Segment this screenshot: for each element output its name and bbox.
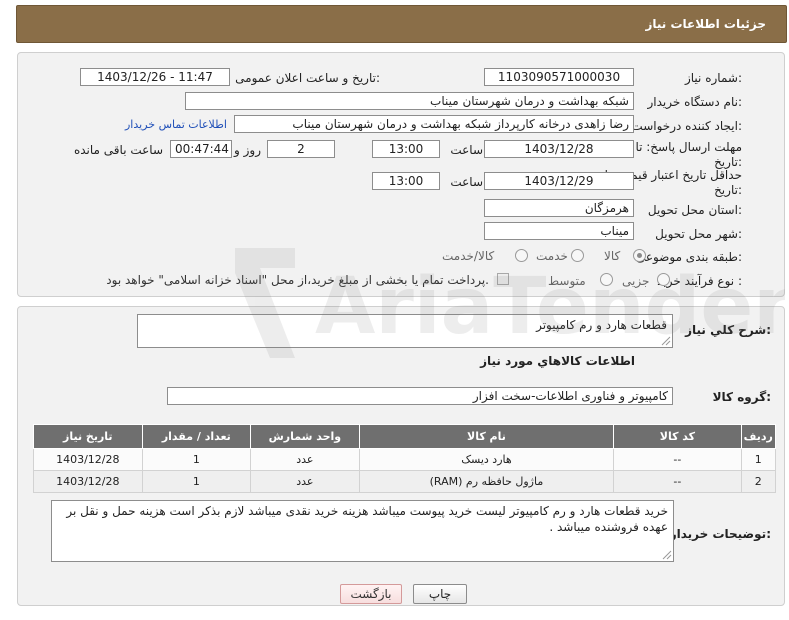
announce-date-field: 1403/12/26 - 11:47 [80, 68, 230, 86]
cell-quantity: 1 [141, 448, 252, 471]
purchase-process-label: نوع فرآیند خرید : [657, 274, 742, 288]
request-creator-field: رضا زاهدی درخانه کارپرداز شبکه بهداشت و … [234, 115, 634, 133]
city-label: شهر محل تحویل: [655, 227, 742, 241]
resize-grip-icon [662, 550, 672, 560]
category-service-radio[interactable] [571, 249, 584, 262]
col-row-number: ردیف [740, 424, 777, 449]
col-need-date: تاریخ نیاز [33, 424, 143, 449]
reply-date-field: 1403/12/28 [484, 140, 634, 158]
table-row: 2 -- ماژول حافظه رم (RAM) عدد 1 1403/12/… [33, 470, 777, 493]
cell-need-date: 1403/12/28 [33, 470, 143, 493]
reply-time-field: 13:00 [372, 140, 440, 158]
page-header: جزئیات اطلاعات نیاز [16, 5, 787, 43]
cell-goods-code: -- [613, 448, 742, 471]
print-button[interactable]: چاپ [413, 584, 467, 604]
cell-goods-name: ماژول حافظه رم (RAM) [358, 470, 615, 493]
col-unit: واحد شمارش [250, 424, 360, 449]
cell-need-date: 1403/12/28 [33, 448, 143, 471]
reply-time-label: ساعت [450, 143, 483, 157]
cell-goods-code: -- [613, 470, 742, 493]
process-medium-radio[interactable] [600, 273, 613, 286]
price-validity-date-label: تاریخ: [714, 183, 742, 197]
days-field: 2 [267, 140, 335, 158]
process-minor-radio[interactable] [657, 273, 670, 286]
back-button[interactable]: بازگشت [340, 584, 402, 604]
col-goods-code: کد کالا [613, 424, 742, 449]
need-number-field: 1103090571000030 [484, 68, 634, 86]
remaining-time-label: ساعت باقی مانده [73, 143, 163, 157]
goods-table: ردیف کد کالا نام کالا واحد شمارش تعداد /… [33, 424, 777, 493]
category-goods-service-radio[interactable] [515, 249, 528, 262]
category-goods-label: کالا [604, 249, 621, 263]
process-minor-label: جزیی [622, 274, 650, 288]
announce-date-label: تاریخ و ساعت اعلان عمومی: [235, 71, 380, 85]
cell-goods-name: هارد دیسک [358, 448, 615, 471]
cell-quantity: 1 [141, 470, 252, 493]
buyer-contact-link[interactable]: اطلاعات تماس خریدار [125, 118, 227, 131]
remaining-time-field: 00:47:44 [170, 140, 232, 158]
category-service-label: خدمت [536, 249, 568, 263]
treasury-payment-checkbox[interactable] [497, 273, 509, 285]
category-goods-radio[interactable] [633, 249, 646, 262]
goods-group-label: گروه كالا: [712, 390, 771, 404]
buyer-org-field: شبکه بهداشت و درمان شهرستان میناب [185, 92, 634, 110]
goods-group-field: کامپیوتر و فناوری اطلاعات-سخت افزار [167, 387, 673, 405]
request-creator-label: ایجاد کننده درخواست: [631, 119, 742, 133]
buyer-notes-label: توضیحات خریدار: [669, 527, 771, 541]
need-number-label: شماره نیاز: [684, 71, 742, 85]
buyer-notes-text: خرید قطعات هارد و رم کامپیوتر لیست خرید … [66, 504, 668, 534]
cell-unit: عدد [250, 470, 360, 493]
category-goods-service-label: کالا/خدمت [442, 249, 495, 263]
city-field: میناب [484, 222, 634, 240]
price-date-field: 1403/12/29 [484, 172, 634, 190]
cell-unit: عدد [250, 448, 360, 471]
table-row: 1 -- هارد دیسک عدد 1 1403/12/28 [33, 448, 777, 471]
buyer-org-label: نام دستگاه خریدار: [647, 95, 743, 109]
province-field: هرمزگان [484, 199, 634, 217]
goods-info-title: اطلاعات كالاهاي مورد نياز [480, 354, 635, 368]
days-label: روز و [234, 143, 261, 157]
province-label: استان محل تحویل: [647, 203, 742, 217]
buyer-notes-field: خرید قطعات هارد و رم کامپیوتر لیست خرید … [51, 500, 674, 562]
need-summary-label: شرح كلي نياز: [685, 323, 771, 337]
need-summary-text: قطعات هارد و رم کامپیوتر [536, 318, 667, 332]
col-quantity: تعداد / مقدار [141, 424, 252, 449]
cell-row-number: 1 [740, 448, 777, 471]
col-goods-name: نام کالا [358, 424, 615, 449]
treasury-payment-note: پرداخت تمام یا بخشی از مبلغ خرید،از محل … [106, 273, 489, 287]
need-summary-field: قطعات هارد و رم کامپیوتر [137, 314, 673, 348]
process-medium-label: متوسط [548, 274, 586, 288]
category-label: طبقه بندی موضوعی: [635, 250, 742, 264]
reply-deadline-label: مهلت ارسال پاسخ: تا [635, 140, 742, 154]
resize-grip-icon [661, 336, 671, 346]
price-time-label: ساعت [450, 175, 483, 189]
reply-deadline-date-label: تاریخ: [714, 155, 742, 169]
goods-table-header: ردیف کد کالا نام کالا واحد شمارش تعداد /… [33, 424, 777, 449]
page-title: جزئیات اطلاعات نیاز [645, 17, 766, 31]
cell-row-number: 2 [740, 470, 777, 493]
price-time-field: 13:00 [372, 172, 440, 190]
